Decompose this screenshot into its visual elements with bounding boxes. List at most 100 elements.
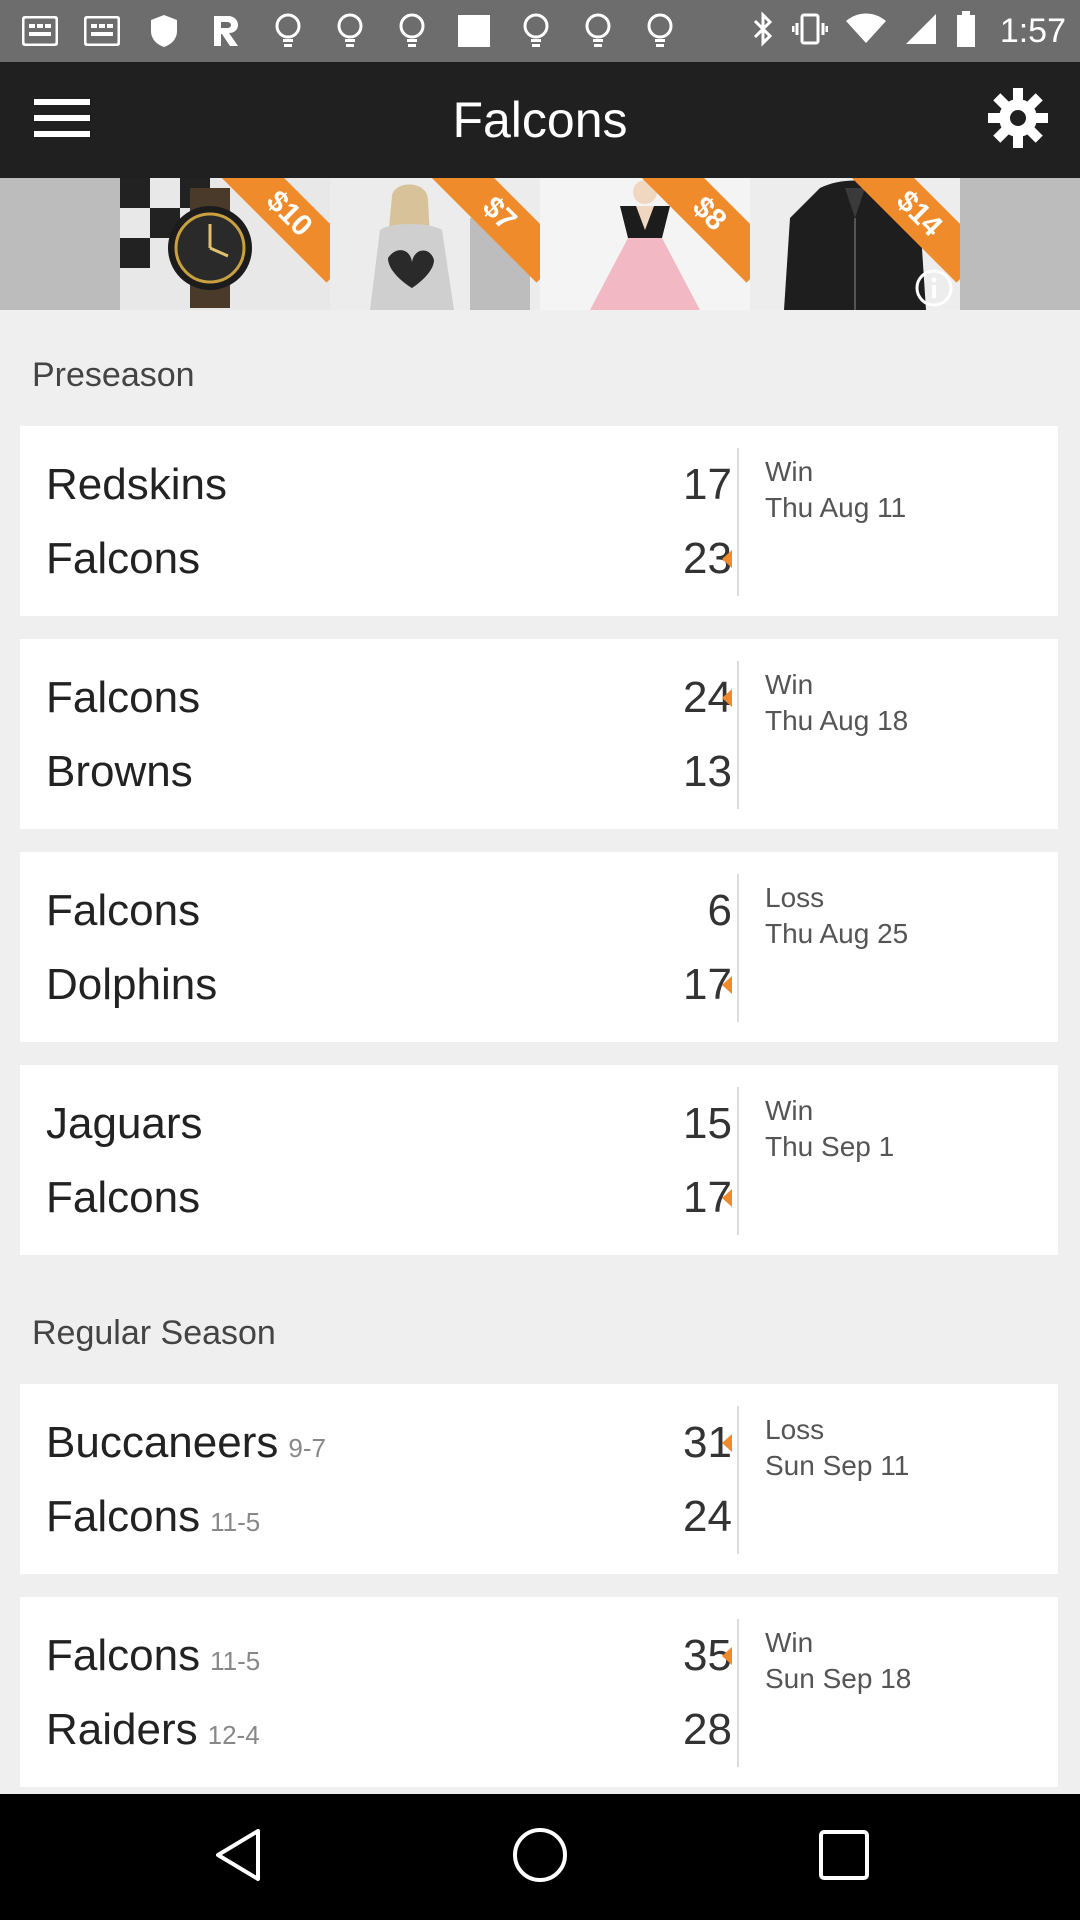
team-name: Redskins	[46, 460, 227, 509]
status-notification-icons	[20, 10, 680, 52]
team-record: 11-5	[210, 1646, 261, 1676]
team-score: 17	[683, 960, 732, 1009]
team-name: Falcons 11-5	[46, 1492, 261, 1541]
team-score: 28	[683, 1705, 732, 1754]
team-row-bottom: Raiders 12-4 28	[46, 1693, 732, 1767]
system-nav-bar	[0, 1794, 1080, 1920]
section-header-preseason: Preseason	[32, 356, 195, 394]
game-date: Sun Sep 18	[765, 1663, 912, 1694]
section-header-regular-season: Regular Season	[32, 1314, 276, 1352]
ad-tile-dress[interactable]: $8	[540, 178, 750, 310]
square-icon	[454, 11, 494, 51]
back-button[interactable]	[208, 1827, 268, 1887]
bluetooth-icon	[752, 10, 774, 52]
status-time: 1:57	[999, 11, 1066, 50]
ad-strip: $10 $7 $8 $14	[0, 178, 1080, 310]
ad-tile-sweater[interactable]: $7	[330, 178, 540, 310]
recents-button[interactable]	[814, 1827, 874, 1887]
team-name: Falcons	[46, 1173, 201, 1222]
team-row-top: Falcons 24	[46, 661, 732, 735]
back-icon	[212, 1827, 264, 1888]
game-result: Loss	[765, 1414, 825, 1445]
card-divider	[737, 661, 739, 809]
game-card[interactable]: Jaguars 15 Falcons 17 Win Thu Sep 1	[20, 1065, 1058, 1255]
team-score: 24	[683, 1492, 732, 1541]
vibrate-icon	[791, 11, 829, 52]
team-score: 31	[683, 1418, 732, 1467]
recents-icon	[818, 1829, 870, 1886]
team-name: Raiders 12-4	[46, 1705, 260, 1754]
team-row-top: Redskins 17	[46, 448, 732, 522]
notification-icon	[20, 11, 60, 51]
lightbulb-icon	[578, 11, 618, 51]
game-date: Thu Aug 18	[765, 705, 909, 736]
game-card[interactable]: Falcons 6 Dolphins 17 Loss Thu Aug 25	[20, 852, 1058, 1042]
home-icon	[511, 1826, 569, 1889]
team-score: 15	[683, 1099, 732, 1148]
team-name: Falcons	[46, 534, 201, 583]
game-card[interactable]: Falcons 24 Browns 13 Win Thu Aug 18	[20, 639, 1058, 829]
signal-icon	[904, 12, 938, 51]
team-row-bottom: Falcons 11-5 24	[46, 1480, 732, 1554]
winner-marker-icon	[722, 1189, 732, 1207]
notification-icon	[82, 11, 122, 51]
team-row-bottom: Dolphins 17	[46, 948, 732, 1022]
winner-marker-icon	[722, 976, 732, 994]
lightbulb-icon	[268, 11, 308, 51]
battery-icon	[956, 10, 976, 52]
settings-button[interactable]	[984, 86, 1052, 154]
team-name: Dolphins	[46, 960, 218, 1009]
ad-tile-jacket[interactable]: $14	[750, 178, 960, 310]
game-card[interactable]: Buccaneers 9-7 31 Falcons 11-5 24 Loss Sun…	[20, 1384, 1058, 1574]
gear-icon	[987, 87, 1049, 154]
team-record: 12-4	[207, 1720, 260, 1750]
game-result: Loss	[765, 882, 825, 913]
team-score: 35	[683, 1631, 732, 1680]
team-row-bottom: Falcons 17	[46, 1161, 732, 1235]
team-score: 6	[707, 886, 732, 935]
app-bar: Falcons	[0, 62, 1080, 178]
game-result: Win	[765, 456, 814, 487]
team-score: 13	[683, 747, 732, 796]
team-row-bottom: Falcons 23	[46, 522, 732, 596]
shield-icon	[144, 11, 184, 51]
team-record: 11-5	[210, 1507, 261, 1537]
game-result: Win	[765, 669, 814, 700]
team-row-bottom: Browns 13	[46, 735, 732, 809]
team-name: Browns	[46, 747, 193, 796]
team-score: 17	[683, 1173, 732, 1222]
team-name: Buccaneers 9-7	[46, 1418, 326, 1467]
card-divider	[737, 448, 739, 596]
wifi-icon	[845, 13, 886, 50]
page-title: Falcons	[452, 92, 628, 148]
game-result: Win	[765, 1095, 814, 1126]
info-icon[interactable]	[914, 268, 954, 308]
game-card[interactable]: Redskins 17 Falcons 23 Win Thu Aug 11	[20, 426, 1058, 616]
team-score: 24	[683, 673, 732, 722]
home-button[interactable]	[510, 1827, 570, 1887]
game-date: Thu Aug 11	[765, 492, 907, 523]
team-row-top: Buccaneers 9-7 31	[46, 1406, 732, 1480]
winner-marker-icon	[722, 1434, 732, 1452]
team-name: Falcons 11-5	[46, 1631, 261, 1680]
reddit-icon	[206, 11, 246, 51]
lightbulb-icon	[392, 11, 432, 51]
team-name: Falcons	[46, 673, 201, 722]
winner-marker-icon	[722, 550, 732, 568]
lightbulb-icon	[330, 11, 370, 51]
game-date: Thu Aug 25	[765, 918, 909, 949]
game-result: Win	[765, 1627, 814, 1658]
team-row-top: Falcons 6	[46, 874, 732, 948]
status-system-icons: 1:57	[752, 8, 1066, 54]
card-divider	[737, 1087, 739, 1235]
team-name: Jaguars	[46, 1099, 203, 1148]
game-card[interactable]: Falcons 11-5 35 Raiders 12-4 28 Win Sun Se…	[20, 1597, 1058, 1787]
status-bar: 1:57	[0, 0, 1080, 62]
card-divider	[737, 874, 739, 1022]
ad-banner[interactable]: $10 $7 $8 $14	[120, 178, 960, 310]
lightbulb-icon	[516, 11, 556, 51]
winner-marker-icon	[722, 1647, 732, 1665]
game-date: Sun Sep 11	[765, 1450, 910, 1481]
team-row-top: Jaguars 15	[46, 1087, 732, 1161]
ad-tile-watch[interactable]: $10	[120, 178, 330, 310]
